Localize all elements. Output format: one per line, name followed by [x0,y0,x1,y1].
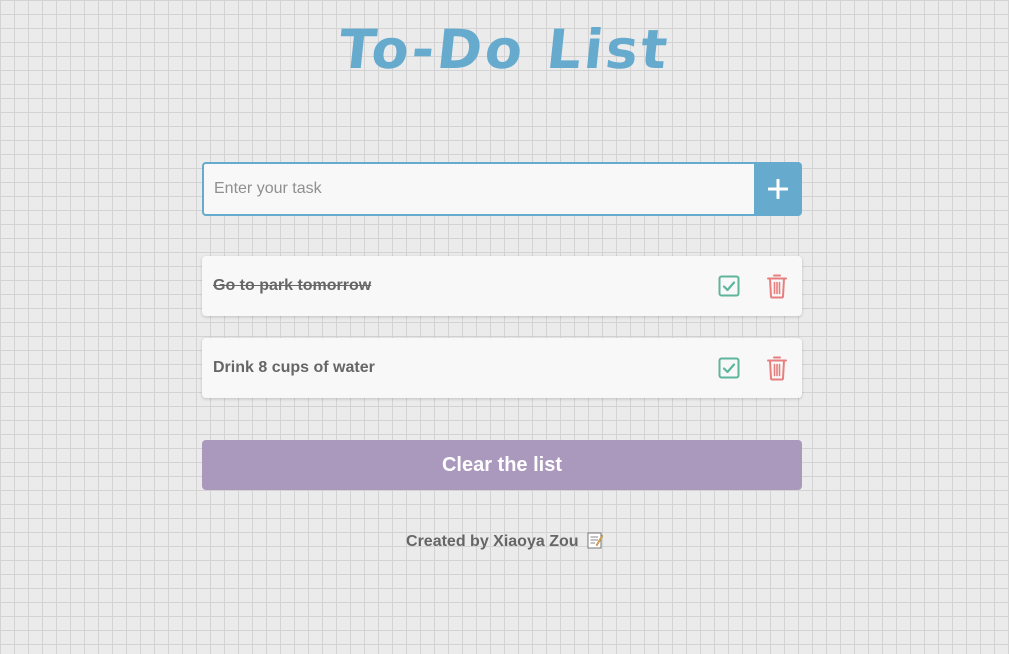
footer-text: Created by Xiaoya Zou [406,533,579,550]
trash-icon[interactable] [766,355,788,381]
task-input-row [202,162,802,216]
check-square-icon[interactable] [718,275,740,297]
trash-icon[interactable] [766,273,788,299]
task-text: Drink 8 cups of water [213,359,375,376]
task-input[interactable] [202,162,754,216]
add-task-button[interactable] [754,162,802,216]
footer-credit: Created by Xiaoya Zou [0,531,1009,551]
check-square-icon[interactable] [718,357,740,379]
plus-icon [768,179,788,199]
task-item: Drink 8 cups of water [202,338,802,398]
memo-icon [587,532,603,549]
task-item: Go to park tomorrow [202,256,802,316]
clear-list-button[interactable]: Clear the list [202,440,802,490]
page-title: To-Do List [335,18,674,81]
task-text: Go to park tomorrow [213,277,372,294]
